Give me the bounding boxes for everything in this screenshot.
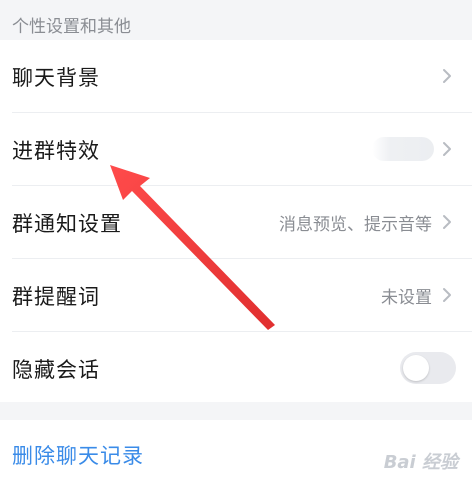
settings-item-group-notification[interactable]: 群通知设置 消息预览、提示音等: [0, 186, 472, 258]
chevron-right-icon: [443, 215, 451, 229]
settings-item-hide-chat: 隐藏会话: [0, 332, 472, 404]
watermark-logo: Bai 经验: [383, 452, 458, 473]
settings-item-label: 进群特效: [12, 139, 100, 163]
toggle-knob: [403, 355, 429, 381]
settings-card: 聊天背景 进群特效 群通知设置 消息预览、提示音等 群提醒词 未设置 隐藏会话: [0, 40, 472, 402]
chevron-right-icon: [443, 288, 451, 302]
section-header-label: 个性设置和其他: [12, 17, 131, 37]
delete-chat-history-button[interactable]: 删除聊天记录: [12, 440, 144, 470]
settings-item-label: 隐藏会话: [12, 358, 100, 382]
hide-chat-toggle[interactable]: [400, 352, 456, 384]
settings-item-value: 消息预览、提示音等: [279, 215, 432, 235]
chevron-right-icon: [443, 142, 451, 156]
settings-item-reminder-words[interactable]: 群提醒词 未设置: [0, 259, 472, 331]
chevron-right-icon: [443, 69, 451, 83]
settings-item-label: 群提醒词: [12, 285, 100, 309]
settings-item-label: 聊天背景: [12, 66, 100, 90]
effect-preview-thumbnail: [372, 137, 434, 161]
section-header: 个性设置和其他: [0, 0, 472, 40]
settings-screen: 个性设置和其他 聊天背景 进群特效 群通知设置 消息预览、提示音等 群提醒词 未…: [0, 0, 472, 492]
settings-item-join-effect[interactable]: 进群特效: [0, 113, 472, 185]
settings-item-chat-background[interactable]: 聊天背景: [0, 40, 472, 112]
settings-item-label: 群通知设置: [12, 212, 122, 236]
settings-item-value: 未设置: [381, 288, 432, 308]
